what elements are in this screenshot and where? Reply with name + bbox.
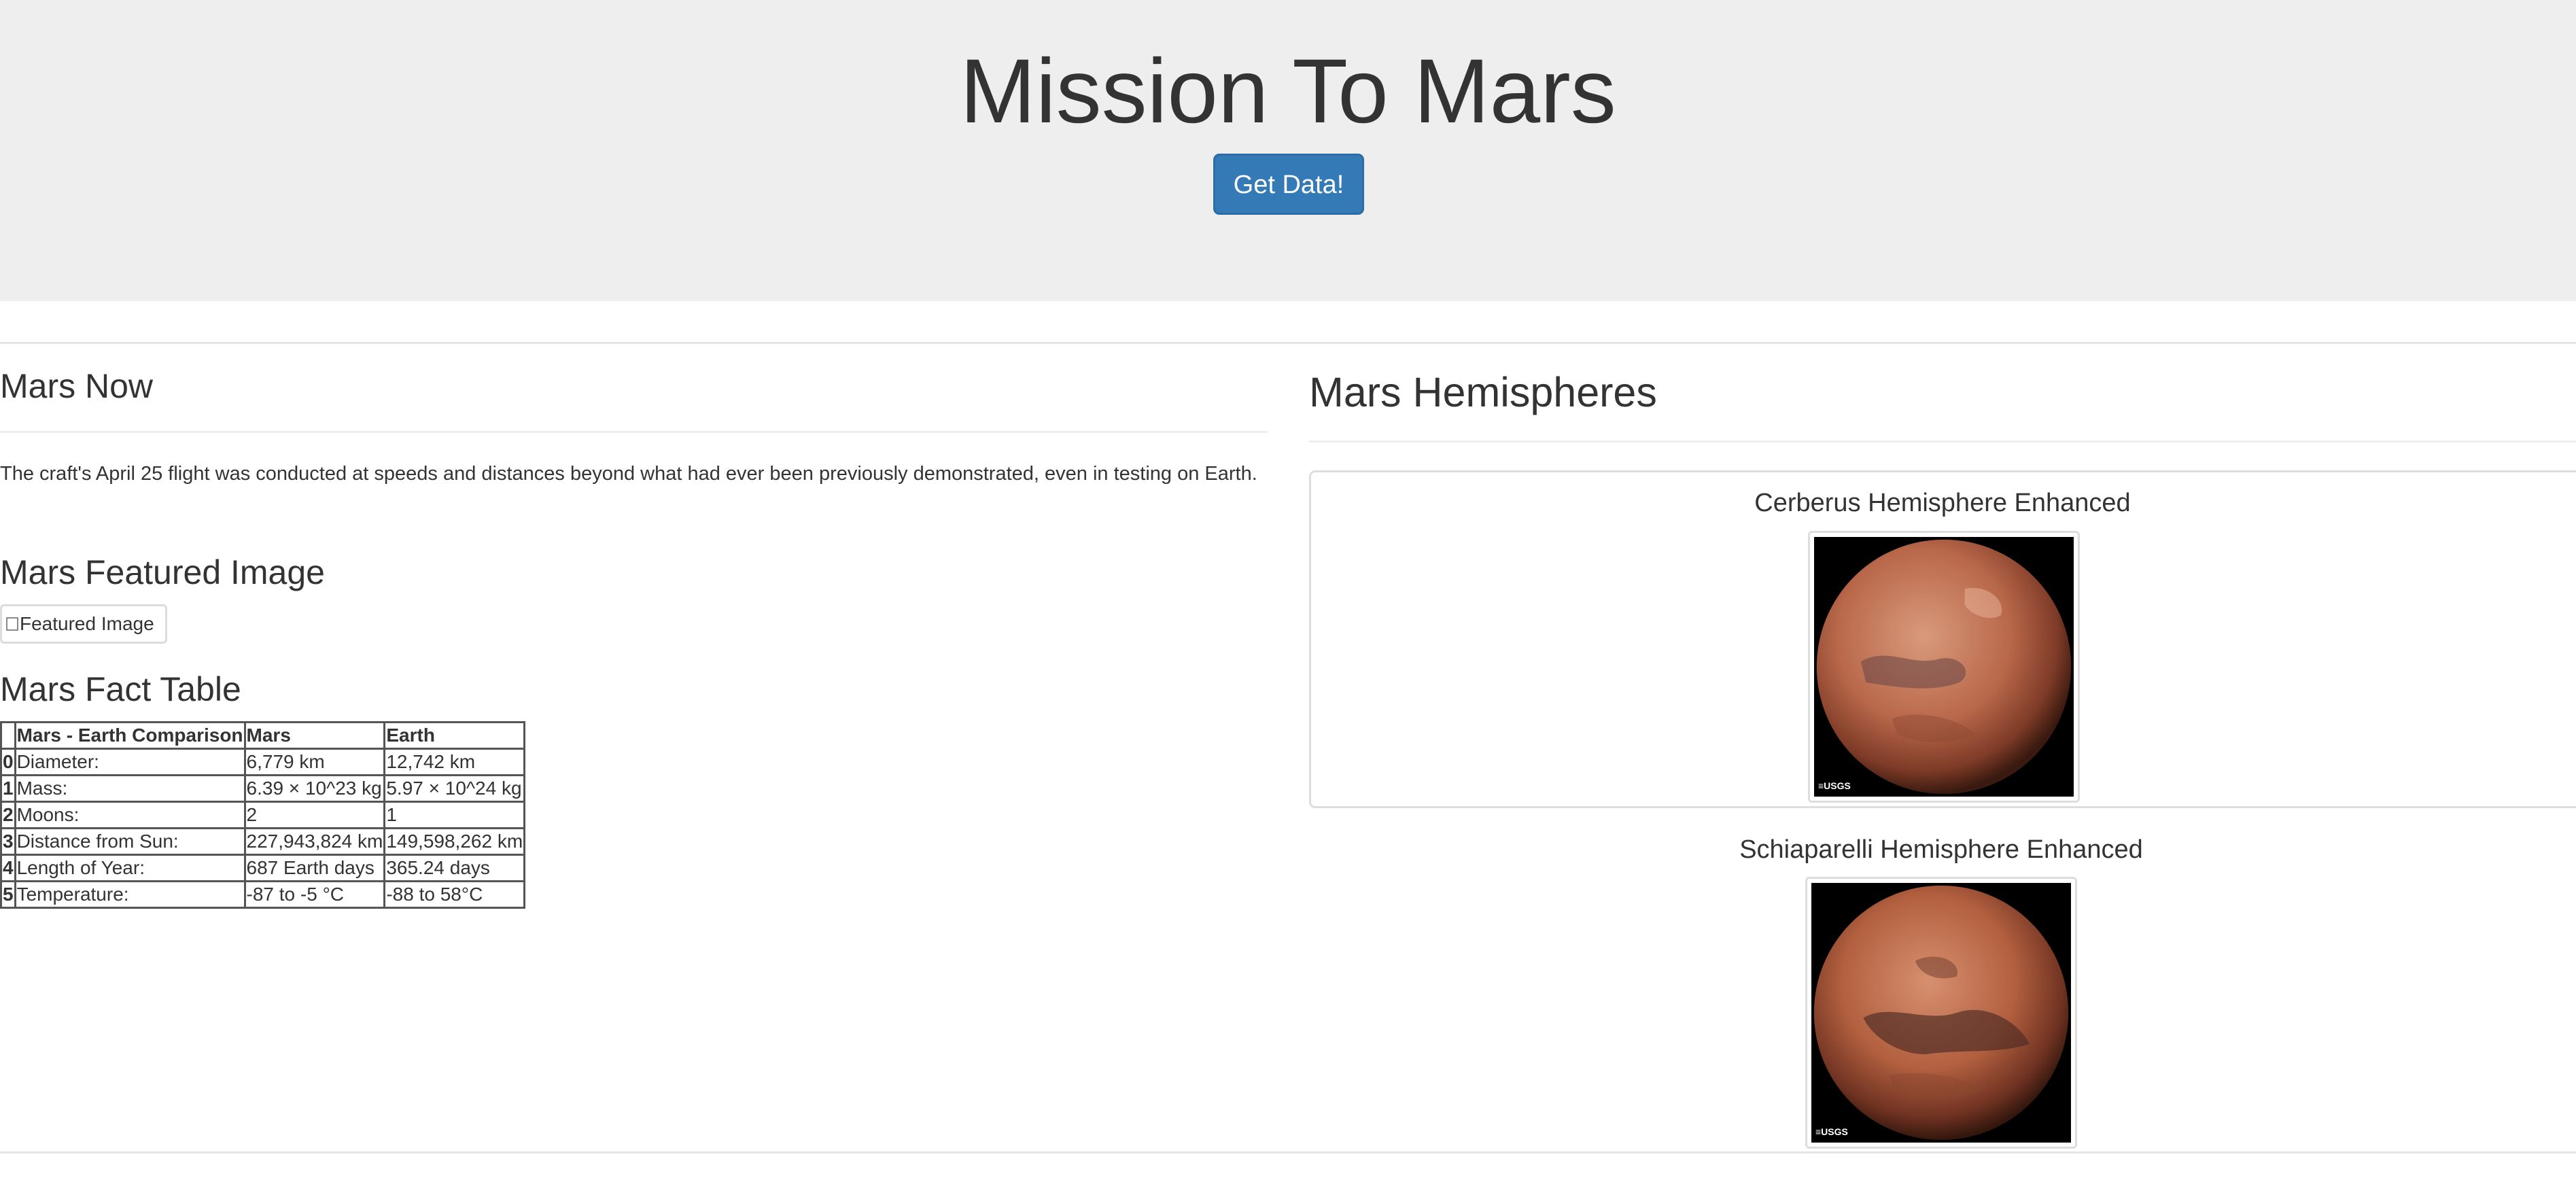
- hemisphere-title-schiaparelli: Schiaparelli Hemisphere Enhanced: [1739, 835, 2143, 864]
- table-row: 1 Mass: 6.39 × 10^23 kg 5.97 × 10^24 kg: [0, 774, 526, 803]
- row-label: Diameter:: [14, 748, 246, 776]
- row-label: Temperature:: [14, 880, 246, 909]
- table-header-row: Mars - Earth Comparison Mars Earth: [0, 721, 526, 750]
- broken-image-icon: [6, 616, 18, 631]
- usgs-logo: ≡USGS: [1815, 1126, 1848, 1137]
- earth-value: 5.97 × 10^24 kg: [383, 774, 526, 803]
- earth-value: -88 to 58°C: [383, 880, 526, 909]
- mars-fact-table: Mars - Earth Comparison Mars Earth 0 Dia…: [0, 721, 526, 909]
- row-label: Distance from Sun:: [14, 827, 246, 856]
- page-title: Mission To Mars: [960, 41, 1616, 142]
- row-label: Moons:: [14, 801, 246, 829]
- mars-value: 687 Earth days: [243, 854, 386, 882]
- mars-value: -87 to -5 °C: [243, 880, 386, 909]
- jumbotron-header: Mission To Mars Get Data!: [0, 0, 2576, 301]
- earth-value: 12,742 km: [383, 748, 526, 776]
- table-row: 0 Diameter: 6,779 km 12,742 km: [0, 748, 526, 776]
- table-row: 5 Temperature: -87 to -5 °C -88 to 58°C: [0, 880, 526, 909]
- bottom-divider: [0, 1151, 2576, 1153]
- mars-value: 2: [243, 801, 386, 829]
- mars-now-divider: [0, 431, 1268, 433]
- top-divider: [0, 342, 2576, 344]
- table-row: 2 Moons: 2 1: [0, 801, 526, 829]
- row-index: 4: [0, 854, 16, 882]
- get-data-button[interactable]: Get Data!: [1213, 154, 1364, 215]
- featured-image-heading: Mars Featured Image: [0, 553, 325, 591]
- row-index: 0: [0, 748, 16, 776]
- earth-value: 149,598,262 km: [383, 827, 526, 856]
- column-header-earth: Earth: [383, 721, 526, 750]
- row-index: 1: [0, 774, 16, 803]
- row-label: Mass:: [14, 774, 246, 803]
- hemispheres-divider: [1309, 440, 2576, 442]
- mars-globe-cerberus: [1814, 537, 2074, 797]
- hemisphere-image-schiaparelli[interactable]: ≡USGS: [1805, 877, 2077, 1149]
- hemisphere-title-cerberus: Cerberus Hemisphere Enhanced: [1754, 489, 2131, 517]
- column-header-comparison: Mars - Earth Comparison: [14, 721, 246, 750]
- earth-value: 365.24 days: [383, 854, 526, 882]
- mars-now-heading: Mars Now: [0, 367, 154, 405]
- column-header-mars: Mars: [243, 721, 386, 750]
- hemisphere-image-cerberus[interactable]: ≡USGS: [1808, 531, 2080, 803]
- mars-globe-schiaparelli: [1811, 883, 2071, 1143]
- featured-image-alt-text: Featured Image: [20, 613, 154, 634]
- row-label: Length of Year:: [14, 854, 246, 882]
- fact-table-heading: Mars Fact Table: [0, 670, 241, 708]
- featured-image: Featured Image: [0, 604, 167, 644]
- hemispheres-heading: Mars Hemispheres: [1309, 369, 1657, 415]
- row-index: 3: [0, 827, 16, 856]
- mars-value: 227,943,824 km: [243, 827, 386, 856]
- row-index: 2: [0, 801, 16, 829]
- mars-value: 6,779 km: [243, 748, 386, 776]
- column-header-index: [0, 721, 16, 750]
- row-index: 5: [0, 880, 16, 909]
- news-paragraph: The craft's April 25 flight was conducte…: [0, 463, 1257, 485]
- table-row: 3 Distance from Sun: 227,943,824 km 149,…: [0, 827, 526, 856]
- table-row: 4 Length of Year: 687 Earth days 365.24 …: [0, 854, 526, 882]
- usgs-logo: ≡USGS: [1818, 780, 1851, 791]
- earth-value: 1: [383, 801, 526, 829]
- mars-value: 6.39 × 10^23 kg: [243, 774, 386, 803]
